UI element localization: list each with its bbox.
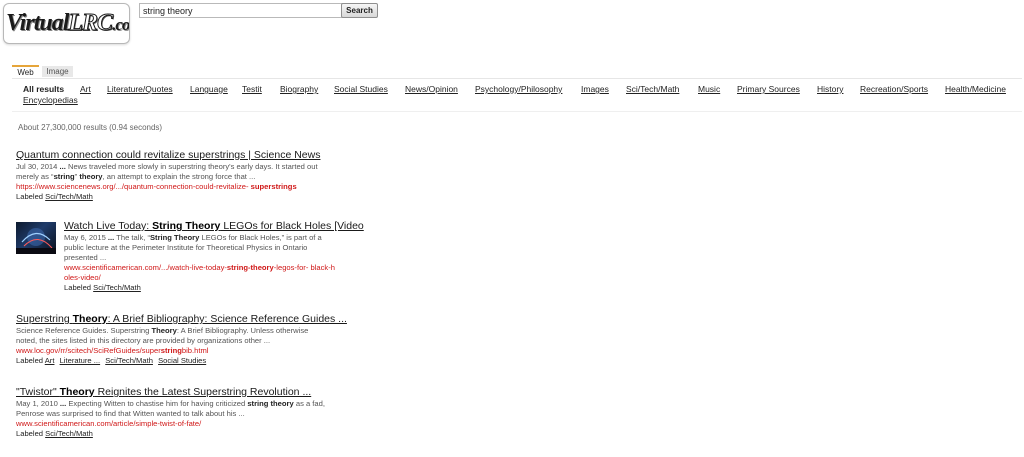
label-link[interactable]: Literature ... (60, 356, 101, 365)
label-link[interactable]: Social Studies (158, 356, 206, 365)
result-labels: Labeled Art Literature ... Sci/Tech/Math… (16, 356, 396, 366)
tab-web[interactable]: Web (12, 65, 39, 78)
label-link[interactable]: Sci/Tech/Math (105, 356, 153, 365)
labeled-prefix: Labeled (64, 283, 92, 292)
result-url: www.scientificamerican.com/.../watch-liv… (64, 263, 335, 282)
divider (12, 78, 1022, 79)
thumbnail-image (16, 228, 56, 254)
category-music[interactable]: Music (698, 84, 720, 95)
category-all-results[interactable]: All results (23, 84, 64, 95)
search-button[interactable]: Search (341, 3, 378, 18)
result-snippet: Jul 30, 2014 ... News traveled more slow… (16, 162, 318, 181)
category-news-opinion[interactable]: News/Opinion (405, 84, 458, 95)
search-result: Superstring Theory: A Brief Bibliography… (16, 313, 396, 366)
divider (12, 111, 1022, 112)
result-snippet: May 6, 2015 ... The talk, “String Theory… (64, 233, 322, 262)
result-thumbnail[interactable] (16, 222, 56, 254)
labeled-prefix: Labeled (16, 429, 44, 438)
category-literature-quotes[interactable]: Literature/Quotes (107, 84, 173, 95)
result-labels: Labeled Sci/Tech/Math (16, 192, 396, 202)
label-link[interactable]: Art (45, 356, 55, 365)
result-snippet: May 1, 2010 ... Expecting Witten to chas… (16, 399, 325, 418)
result-title-link[interactable]: Superstring Theory: A Brief Bibliography… (16, 313, 396, 326)
category-encyclopedias[interactable]: Encyclopedias (23, 95, 78, 106)
search-result: "Twistor" Theory Reignites the Latest Su… (16, 386, 396, 439)
result-url: www.scientificamerican.com/article/simpl… (16, 419, 202, 428)
result-snippet: Science Reference Guides. Superstring Th… (16, 326, 309, 345)
result-title-link[interactable]: "Twistor" Theory Reignites the Latest Su… (16, 386, 396, 399)
result-url: https://www.sciencenews.org/.../quantum-… (16, 182, 297, 191)
category-biography[interactable]: Biography (280, 84, 318, 95)
labeled-prefix: Labeled (16, 192, 44, 201)
category-social-studies[interactable]: Social Studies (334, 84, 388, 95)
result-title-link[interactable]: Quantum connection could revitalize supe… (16, 149, 396, 162)
category-primary-sources[interactable]: Primary Sources (737, 84, 800, 95)
category-recreation-sports[interactable]: Recreation/Sports (860, 84, 928, 95)
search-result: Watch Live Today: String Theory LEGOs fo… (64, 220, 394, 293)
category-health-medicine[interactable]: Health/Medicine (945, 84, 1006, 95)
category-psychology-philosophy[interactable]: Psychology/Philosophy (475, 84, 562, 95)
labeled-prefix: Labeled (16, 356, 44, 365)
result-labels: Labeled Sci/Tech/Math (16, 429, 396, 439)
category-sci-tech-math[interactable]: Sci/Tech/Math (626, 84, 679, 95)
category-images[interactable]: Images (581, 84, 609, 95)
site-logo[interactable]: VirtualLRC.com (3, 3, 130, 44)
label-link[interactable]: Sci/Tech/Math (45, 192, 93, 201)
result-url: www.loc.gov/rr/scitech/SciRefGuides/supe… (16, 346, 209, 355)
tab-image[interactable]: Image (42, 66, 73, 77)
logo-text: VirtualLRC.com (6, 10, 130, 37)
result-stats: About 27,300,000 results (0.94 seconds) (18, 123, 163, 132)
category-art[interactable]: Art (80, 84, 91, 95)
search-input[interactable] (139, 3, 343, 18)
category-language[interactable]: Language (190, 84, 228, 95)
search-result: Quantum connection could revitalize supe… (16, 149, 396, 202)
label-link[interactable]: Sci/Tech/Math (93, 283, 141, 292)
result-labels: Labeled Sci/Tech/Math (64, 283, 394, 293)
category-history[interactable]: History (817, 84, 843, 95)
label-link[interactable]: Sci/Tech/Math (45, 429, 93, 438)
category-testit[interactable]: Testit (242, 84, 262, 95)
result-title-link[interactable]: Watch Live Today: String Theory LEGOs fo… (64, 220, 394, 233)
